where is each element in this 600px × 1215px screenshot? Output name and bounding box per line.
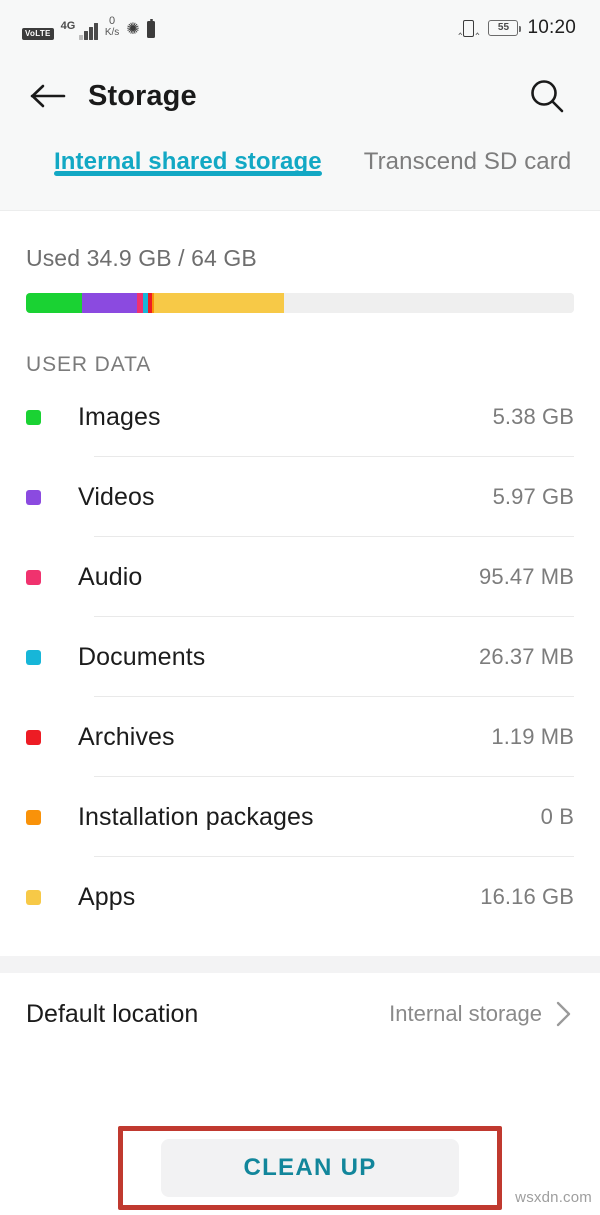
clock-label: 10:20 bbox=[527, 17, 576, 38]
storage-category-row[interactable]: Audio 95.47 MB bbox=[26, 537, 574, 617]
battery-percent-label: 55 bbox=[497, 22, 510, 33]
category-size-label: 5.97 GB bbox=[492, 484, 574, 509]
tab-internal-shared-storage[interactable]: Internal shared storage bbox=[54, 136, 322, 176]
category-size-label: 26.37 MB bbox=[479, 644, 574, 669]
usage-bar-segment-free bbox=[283, 293, 574, 313]
back-arrow-icon[interactable] bbox=[26, 74, 70, 118]
usage-bar-segment-apps bbox=[154, 293, 284, 313]
storage-category-row[interactable]: Images 5.38 GB bbox=[26, 377, 574, 457]
usage-bar-segment-images bbox=[26, 293, 82, 313]
status-bar-right: ‸ ‸ 55 10:20 bbox=[458, 17, 576, 39]
storage-category-row[interactable]: Archives 1.19 MB bbox=[26, 697, 574, 777]
vibrate-phone-icon bbox=[463, 19, 475, 37]
battery-icon: 55 bbox=[488, 20, 522, 36]
status-bar-left: VoLTE 4G 0 K/s ✺ bbox=[22, 16, 155, 40]
tab-transcend-sd-card[interactable]: Transcend SD card bbox=[364, 136, 572, 176]
category-name-label: Images bbox=[78, 402, 161, 431]
cellular-signal-icon: 4G bbox=[60, 19, 98, 40]
category-color-swatch-icon bbox=[26, 809, 41, 825]
category-color-swatch-icon bbox=[26, 649, 41, 665]
category-name-label: Videos bbox=[78, 482, 155, 511]
vibrate-wave-right-icon: ‸ bbox=[475, 21, 480, 35]
signal-bars-icon bbox=[79, 22, 98, 40]
bluetooth-icon: ✺ bbox=[126, 20, 140, 38]
section-title-user-data: USER DATA bbox=[26, 353, 152, 376]
category-name-label: Archives bbox=[78, 722, 175, 751]
default-location-label: Default location bbox=[26, 999, 199, 1028]
clean-up-button[interactable]: CLEAN UP bbox=[161, 1139, 459, 1197]
status-bar: VoLTE 4G 0 K/s ✺ ‸ ‸ 55 10:20 bbox=[0, 0, 600, 56]
category-color-swatch-icon bbox=[26, 409, 41, 425]
storage-category-list: Images 5.38 GB Videos 5.97 GB Audio 95.47 MB D… bbox=[0, 377, 600, 937]
storage-category-row[interactable]: Videos 5.97 GB bbox=[26, 457, 574, 537]
storage-category-row[interactable]: Documents 26.37 MB bbox=[26, 617, 574, 697]
category-color-swatch-icon bbox=[26, 569, 41, 585]
clean-up-annotation-box: CLEAN UP bbox=[118, 1126, 502, 1210]
default-location-value: Internal storage bbox=[389, 1001, 542, 1026]
data-rate-unit: K/s bbox=[104, 27, 120, 39]
default-location-row[interactable]: Default location Internal storage bbox=[0, 973, 600, 1055]
usage-bar-segment-videos bbox=[81, 293, 138, 313]
chevron-right-icon bbox=[554, 999, 574, 1029]
app-bar: Storage bbox=[0, 56, 600, 136]
search-icon[interactable] bbox=[524, 73, 570, 119]
storage-volume-tabs: Internal shared storage Transcend SD car… bbox=[0, 136, 600, 210]
storage-usage-summary: Used 34.9 GB / 64 GB bbox=[0, 211, 600, 313]
category-color-swatch-icon bbox=[26, 729, 41, 745]
storage-settings-screen: VoLTE 4G 0 K/s ✺ ‸ ‸ 55 10:20 Storage In… bbox=[0, 0, 600, 1215]
tab-label: Transcend SD card bbox=[363, 148, 572, 175]
category-name-label: Apps bbox=[78, 882, 136, 911]
usage-summary-label: Used 34.9 GB / 64 GB bbox=[26, 245, 257, 271]
section-separator bbox=[0, 956, 600, 973]
category-color-swatch-icon bbox=[26, 889, 41, 905]
network-generation-label: 4G bbox=[60, 19, 76, 32]
category-size-label: 95.47 MB bbox=[479, 564, 574, 589]
category-name-label: Documents bbox=[78, 642, 206, 671]
volte-badge-icon: VoLTE bbox=[22, 27, 54, 40]
category-size-label: 5.38 GB bbox=[492, 404, 574, 429]
page-title: Storage bbox=[88, 79, 197, 112]
category-size-label: 1.19 MB bbox=[491, 724, 574, 749]
category-name-label: Audio bbox=[78, 562, 143, 591]
category-color-swatch-icon bbox=[26, 489, 41, 505]
watermark-label: wsxdn.com bbox=[515, 1189, 592, 1206]
data-rate-indicator: 0 K/s bbox=[105, 16, 119, 38]
category-size-label: 16.16 GB bbox=[480, 884, 574, 909]
category-size-label: 0 B bbox=[540, 804, 574, 829]
storage-usage-bar bbox=[26, 293, 574, 313]
tab-active-indicator bbox=[54, 171, 322, 176]
vibrate-wave-left-icon: ‸ bbox=[458, 21, 463, 35]
storage-category-row[interactable]: Installation packages 0 B bbox=[26, 777, 574, 857]
sim-card-icon bbox=[146, 18, 155, 38]
storage-category-row[interactable]: Apps 16.16 GB bbox=[26, 857, 574, 937]
category-name-label: Installation packages bbox=[78, 802, 314, 831]
vibrate-icon: ‸ ‸ bbox=[458, 19, 480, 37]
